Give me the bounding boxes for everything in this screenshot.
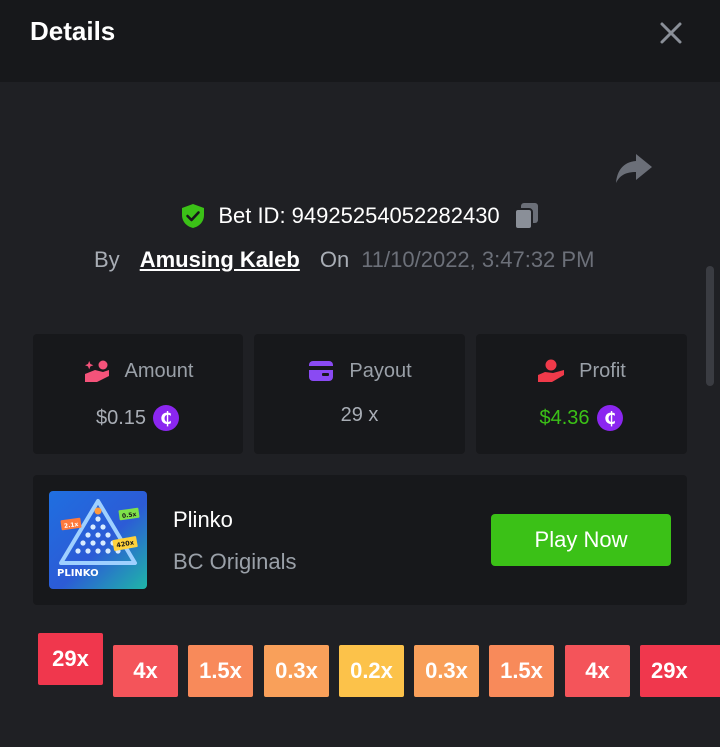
hand-coins-icon: [84, 360, 109, 382]
multiplier-slot: 1.5x: [188, 645, 253, 697]
stat-profit-label: Profit: [579, 359, 626, 382]
multiplier-row: 29x 4x 1.5x 0.3x 0.2x 0.3x 1.5x 4x 29x: [0, 630, 720, 710]
bet-author-row: By Amusing Kaleb On 11/10/2022, 3:47:32 …: [94, 244, 594, 276]
multiplier-slot: 0.2x: [339, 645, 404, 697]
share-icon[interactable]: [614, 150, 654, 186]
scrollbar-thumb[interactable]: [706, 266, 714, 386]
multiplier-label: 29x: [52, 646, 89, 671]
multiplier-slot: 29x: [640, 645, 720, 697]
multiplier-label: 0.2x: [350, 658, 393, 683]
game-thumbnail[interactable]: 2.1x 0.5x 420x PLINKO: [49, 491, 147, 589]
multiplier-slot: 29x: [38, 633, 103, 685]
stat-payout-value: 29 x: [340, 404, 379, 426]
hand-profit-icon: [538, 359, 565, 382]
wallet-icon: [309, 361, 334, 381]
multiplier-slot: 4x: [565, 645, 630, 697]
bet-details-modal: Details Bet ID: 94925254052282430 By Amu…: [0, 0, 720, 747]
stat-amount: Amount $0.15 ₵: [33, 334, 243, 454]
coin-glyph: ₵: [604, 409, 616, 429]
multiplier-label: 0.3x: [425, 658, 468, 683]
on-label: On: [319, 247, 350, 272]
stat-profit: Profit $4.36 ₵: [476, 334, 687, 454]
multiplier-label: 0.3x: [275, 658, 318, 683]
copy-icon[interactable]: [512, 201, 540, 231]
by-label: By: [94, 247, 120, 272]
user-link[interactable]: Amusing Kaleb: [140, 247, 300, 273]
game-name[interactable]: Plinko: [173, 507, 233, 533]
coin-icon: ₵: [596, 405, 623, 431]
multiplier-label: 29x: [651, 658, 688, 683]
multiplier-label: 1.5x: [199, 658, 242, 683]
modal-header: Details: [0, 0, 720, 82]
bet-id-row: Bet ID: 94925254052282430: [0, 200, 720, 232]
bet-date: 11/10/2022, 3:47:32 PM: [361, 247, 595, 272]
multiplier-label: 4x: [133, 658, 158, 683]
thumb-title: PLINKO: [57, 568, 99, 579]
verified-shield-icon: [182, 204, 205, 228]
stat-payout-label: Payout: [349, 359, 412, 382]
multiplier-slot: 0.3x: [264, 645, 329, 697]
multiplier-slot: 0.3x: [414, 645, 479, 697]
game-provider: BC Originals: [173, 549, 297, 574]
game-card: 2.1x 0.5x 420x PLINKO Plinko BC Original…: [33, 475, 687, 605]
bet-id: Bet ID: 94925254052282430: [218, 203, 500, 228]
multiplier-slot: 1.5x: [489, 645, 554, 697]
multiplier-slot: 4x: [113, 645, 178, 697]
stat-amount-label: Amount: [124, 359, 194, 382]
coin-icon: ₵: [153, 405, 180, 431]
multiplier-label: 1.5x: [500, 658, 543, 683]
coin-glyph: ₵: [160, 409, 172, 429]
multiplier-label: 4x: [585, 658, 610, 683]
stat-amount-value: $0.15: [95, 406, 147, 429]
play-now-button[interactable]: Play Now: [491, 514, 671, 566]
close-icon[interactable]: [654, 16, 688, 50]
stat-profit-value: $4.36: [539, 406, 590, 429]
modal-title: Details: [30, 16, 116, 46]
stat-payout: Payout 29 x: [254, 334, 465, 454]
